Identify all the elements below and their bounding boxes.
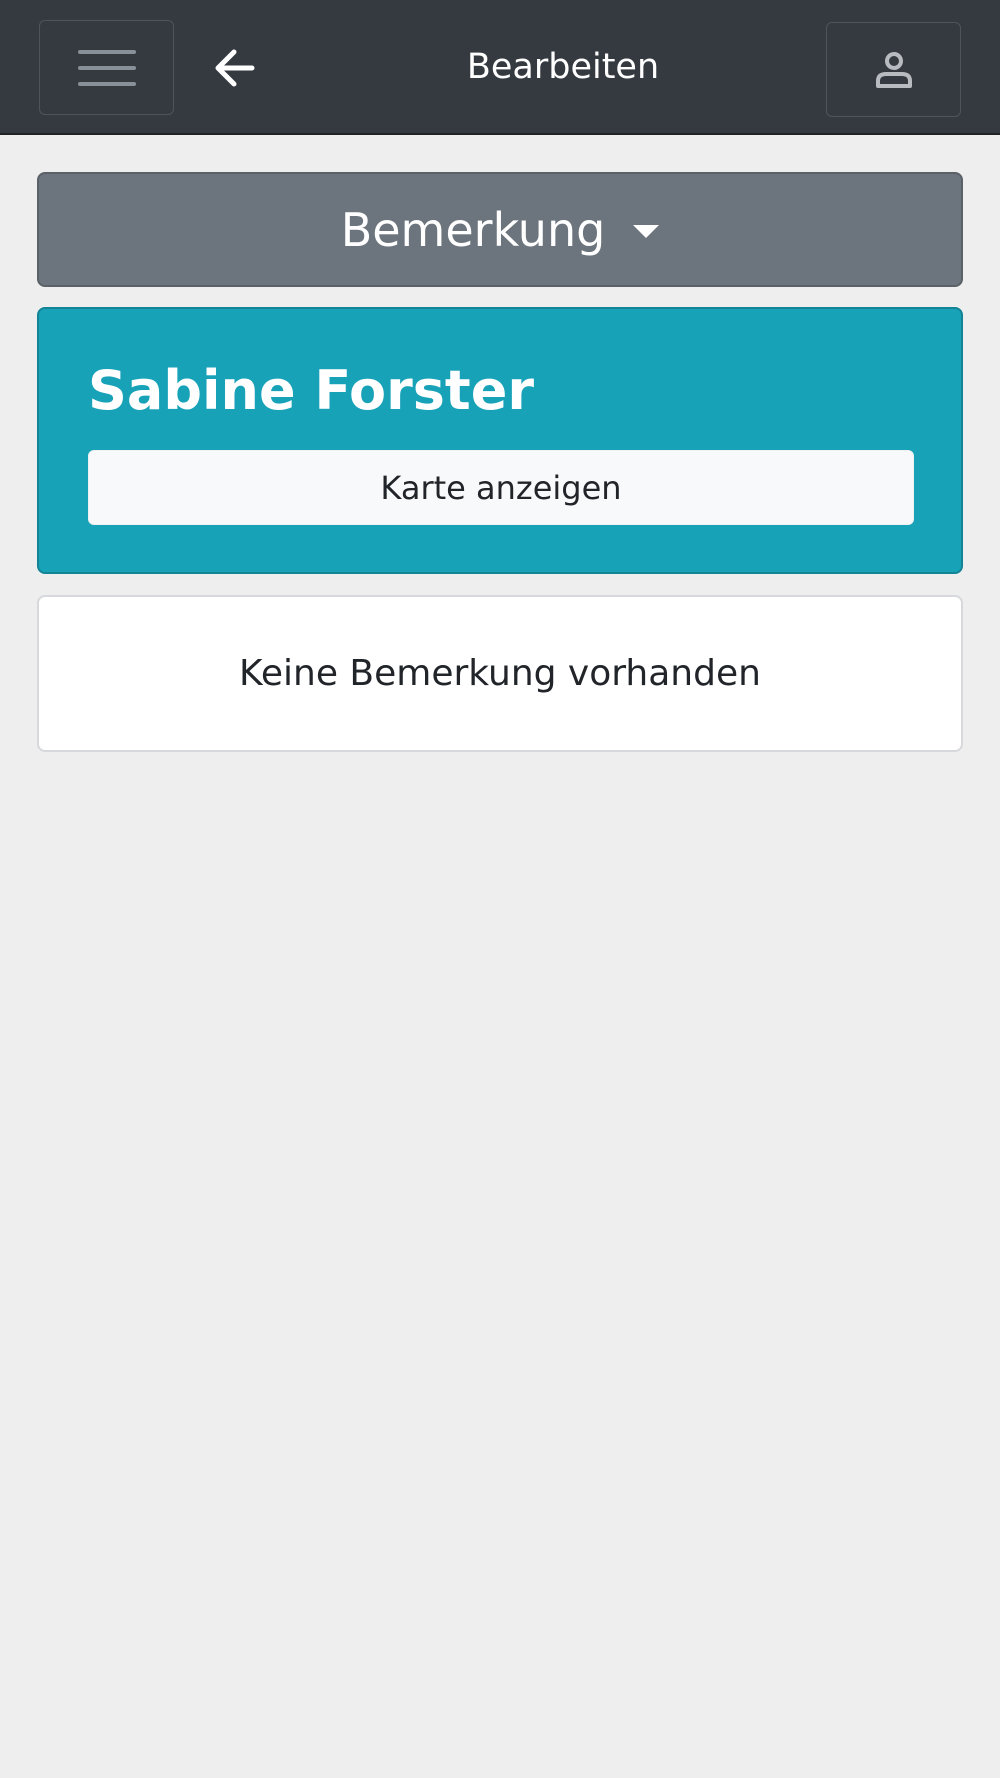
hamburger-menu-icon-line	[77, 81, 136, 86]
show-map-button[interactable]: Karte anzeigen	[88, 450, 914, 525]
contact-card: Sabine Forster Karte anzeigen	[37, 307, 963, 574]
back-button[interactable]	[206, 40, 262, 96]
caret-down-icon	[633, 225, 660, 238]
hamburger-menu-icon-line	[77, 65, 136, 70]
user-icon	[875, 51, 912, 88]
top-navbar: Bearbeiten	[0, 0, 1000, 135]
section-dropdown-label: Bemerkung	[340, 202, 606, 257]
menu-button[interactable]	[39, 20, 174, 115]
remark-panel: Keine Bemerkung vorhanden	[37, 595, 963, 752]
arrow-left-icon	[215, 49, 255, 87]
hamburger-menu-icon	[77, 49, 136, 54]
contact-name: Sabine Forster	[88, 359, 535, 422]
page-title: Bearbeiten	[466, 47, 660, 87]
user-button[interactable]	[826, 22, 961, 117]
section-dropdown[interactable]: Bemerkung	[37, 172, 963, 287]
remark-empty-text: Keine Bemerkung vorhanden	[239, 653, 761, 694]
